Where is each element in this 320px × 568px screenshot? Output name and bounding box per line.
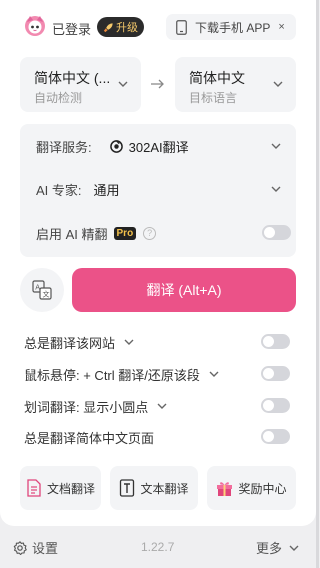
translation-service-select[interactable]: 翻译服务: 302AI翻译 <box>20 134 296 158</box>
close-icon[interactable]: × <box>278 21 284 33</box>
selection-translate-label: 划词翻译: 显示小圆点 <box>24 399 149 415</box>
svg-text:A: A <box>35 284 40 292</box>
expert-value: 通用 <box>93 182 120 198</box>
header: 已登录 升级 下载手机 APP × <box>20 14 296 40</box>
translate-button[interactable]: 翻译 (Alt+A) <box>72 268 296 312</box>
selection-translate-row: 划词翻译: 显示小圆点 <box>24 396 296 416</box>
more-label: 更多 <box>256 541 283 556</box>
settings-label: 设置 <box>32 541 59 556</box>
translate-icon: A 文 <box>32 280 52 300</box>
chevron-down-icon[interactable] <box>123 336 135 348</box>
reward-center-label: 奖励中心 <box>238 481 287 496</box>
pro-badge: Pro <box>113 226 137 240</box>
settings-button[interactable]: 设置 <box>13 538 58 557</box>
service-label: 翻译服务: <box>36 139 92 155</box>
ai-refine-label: 启用 AI 精翻 <box>36 226 108 242</box>
expert-label: AI 专家: <box>36 182 82 198</box>
upgrade-label: 升级 <box>116 22 138 34</box>
chevron-down-icon <box>271 143 281 149</box>
always-translate-language-row: 总是翻译简体中文页面 <box>24 427 296 447</box>
target-language-value: 简体中文 <box>189 70 245 86</box>
download-app-button[interactable]: 下载手机 APP × <box>166 14 296 40</box>
help-icon[interactable]: ? <box>143 226 157 240</box>
page-translate-toggle-button[interactable]: A 文 <box>20 268 64 312</box>
ai-refine-row: 启用 AI 精翻 Pro ? <box>20 221 296 245</box>
svg-text:文: 文 <box>43 290 50 299</box>
always-translate-language-toggle[interactable] <box>261 429 290 444</box>
service-logo-icon <box>109 139 123 153</box>
chevron-down-icon <box>273 81 283 87</box>
target-language-select[interactable]: 简体中文 目标语言 <box>175 57 296 112</box>
chevron-down-icon[interactable] <box>208 368 220 380</box>
scrollbar[interactable] <box>316 0 319 568</box>
always-translate-site-row: 总是翻译该网站 <box>24 332 296 352</box>
gift-icon <box>217 481 233 496</box>
source-language-select[interactable]: 简体中文 (... 自动检测 <box>20 57 141 112</box>
upgrade-button[interactable]: 升级 <box>97 17 144 37</box>
hover-translate-row: 鼠标悬停: + Ctrl 翻译/还原该段 <box>24 364 296 384</box>
hover-translate-toggle[interactable] <box>261 366 290 381</box>
gear-icon <box>13 540 27 555</box>
service-value: 302AI翻译 <box>128 139 189 155</box>
source-language-value: 简体中文 (... <box>34 70 111 86</box>
phone-icon <box>176 19 187 35</box>
ai-refine-toggle[interactable] <box>262 225 291 240</box>
ai-expert-select[interactable]: AI 专家: 通用 <box>20 177 296 201</box>
target-language-hint: 目标语言 <box>189 91 238 105</box>
chevron-down-icon <box>289 545 299 551</box>
translation-settings-card: 翻译服务: 302AI翻译 AI 专家: 通用 启用 AI 精翻 Pro ? <box>20 124 296 257</box>
popup-panel: 已登录 升级 下载手机 APP × 简体中文 (... 自动检测 简体中文 目标… <box>0 0 316 526</box>
hover-translate-label: 鼠标悬停: + Ctrl 翻译/还原该段 <box>24 367 200 383</box>
avatar-icon[interactable] <box>24 15 46 37</box>
chevron-down-icon[interactable] <box>156 400 168 412</box>
text-translate-label: 文本翻译 <box>140 481 189 496</box>
document-icon <box>27 479 41 497</box>
selection-translate-toggle[interactable] <box>261 398 290 413</box>
reward-center-button[interactable]: 奖励中心 <box>207 466 296 510</box>
rocket-icon <box>103 22 113 32</box>
text-icon <box>120 479 135 497</box>
login-status: 已登录 <box>52 22 92 37</box>
always-translate-language-label: 总是翻译简体中文页面 <box>24 430 155 446</box>
source-language-hint: 自动检测 <box>34 91 83 105</box>
document-translate-label: 文档翻译 <box>46 481 95 496</box>
always-translate-site-toggle[interactable] <box>261 334 290 349</box>
more-button[interactable]: 更多 <box>256 538 300 557</box>
text-translate-button[interactable]: 文本翻译 <box>110 466 198 510</box>
document-translate-button[interactable]: 文档翻译 <box>20 466 101 510</box>
arrow-right-icon <box>151 79 164 89</box>
chevron-down-icon <box>271 186 281 192</box>
version-text: 1.22.7 <box>141 540 175 554</box>
chevron-down-icon <box>118 81 128 87</box>
footer: 设置 1.22.7 更多 <box>0 530 316 566</box>
download-label: 下载手机 APP <box>195 20 271 35</box>
always-translate-site-label: 总是翻译该网站 <box>24 335 116 351</box>
